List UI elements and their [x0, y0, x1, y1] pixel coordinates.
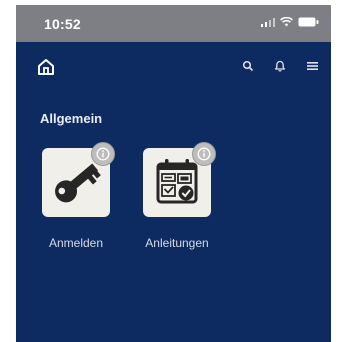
tile-anmelden-label: Anmelden	[48, 236, 104, 250]
info-icon	[96, 147, 110, 161]
hamburger-menu-icon	[306, 62, 318, 70]
app-header	[16, 42, 331, 82]
tile-anleitungen-label: Anleitungen	[145, 236, 209, 250]
wifi-icon	[280, 17, 293, 27]
notifications-button[interactable]	[271, 57, 289, 75]
home-button[interactable]	[36, 57, 56, 77]
section-title: Allgemein	[40, 111, 103, 126]
menu-button[interactable]	[303, 57, 321, 75]
app-screen: 10:52 Allgemein Anmelden Anleitungen	[16, 5, 331, 342]
battery-icon	[298, 17, 319, 27]
info-badge[interactable]	[91, 142, 115, 166]
status-icons	[261, 17, 319, 27]
home-icon	[38, 59, 54, 75]
status-time: 10:52	[44, 16, 81, 32]
search-icon	[242, 60, 254, 72]
info-icon	[197, 147, 211, 161]
search-button[interactable]	[239, 57, 257, 75]
signal-icon	[261, 18, 275, 27]
status-bar: 10:52	[16, 5, 331, 42]
info-badge[interactable]	[192, 142, 216, 166]
bell-icon	[274, 60, 286, 72]
